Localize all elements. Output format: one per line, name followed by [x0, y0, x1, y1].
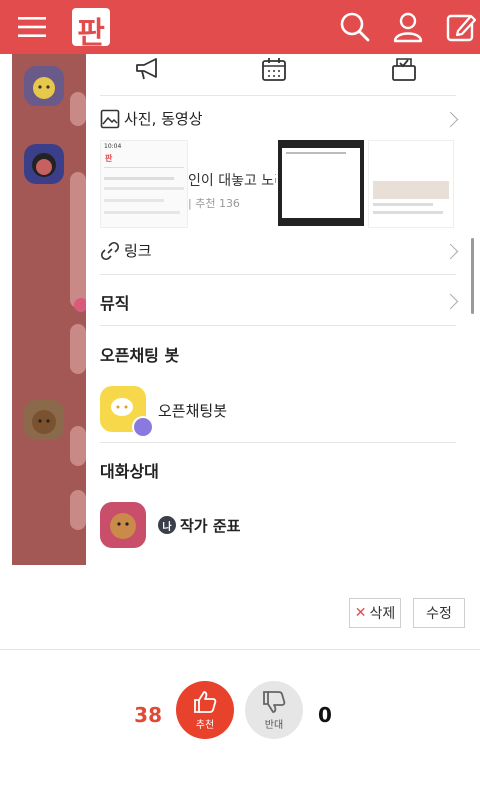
profile-icon[interactable]	[391, 10, 425, 44]
partner-name: 작가 준표	[180, 517, 241, 535]
chevron-right-icon	[442, 243, 459, 260]
logo-text: 판	[77, 16, 105, 51]
close-icon: ✕	[354, 605, 367, 621]
media-thumbnail[interactable]: 10:04 판	[100, 140, 188, 228]
thumbs-up-icon	[194, 691, 217, 713]
partner-title: 대화상대	[100, 462, 159, 481]
media-thumbnail[interactable]: 인이 대놓고 노리 | 추천 136	[188, 140, 276, 226]
media-label: 사진, 동영상	[124, 110, 203, 128]
partner-item[interactable]: 나 작가 준표	[100, 502, 456, 552]
divider	[100, 442, 456, 443]
upvote-label: 추천	[195, 720, 215, 731]
link-icon	[100, 241, 120, 261]
upvote-count: 38	[134, 703, 162, 727]
character-icon	[110, 513, 136, 539]
thumb-text: | 추천 136	[188, 197, 240, 210]
link-label: 링크	[124, 242, 152, 260]
image-icon	[100, 109, 120, 129]
app-logo[interactable]: 판	[70, 6, 112, 51]
divider	[0, 649, 480, 650]
search-icon[interactable]	[338, 10, 372, 44]
music-row[interactable]: 뮤직	[100, 290, 459, 313]
chevron-right-icon	[442, 111, 459, 128]
chat-bubble	[70, 490, 86, 530]
me-badge: 나	[158, 516, 176, 534]
thumb-text: 인이 대놓고 노리	[188, 173, 276, 189]
divider	[100, 325, 456, 326]
thumbs-down-icon	[263, 691, 286, 713]
divider	[100, 274, 456, 275]
robot-icon	[132, 416, 154, 438]
bot-name: 오픈채팅봇	[158, 402, 228, 420]
chat-bubble	[70, 172, 86, 308]
chat-bubble	[70, 324, 86, 374]
chat-avatar	[24, 144, 64, 184]
vote-box-icon[interactable]	[390, 54, 418, 82]
downvote-count: 0	[318, 703, 332, 727]
mini-logo: 판	[105, 154, 113, 163]
chatroom-drawer: 사진, 동영상 10:04 판 인이 대놓고 노리 | 추천 136	[86, 54, 476, 565]
edit-button[interactable]: 수정	[413, 598, 465, 628]
downvote-label: 반대	[264, 720, 284, 731]
chat-bubble	[70, 426, 86, 466]
menu-icon[interactable]	[15, 10, 49, 44]
chat-avatar	[24, 66, 64, 106]
mini-time: 10:04	[104, 143, 122, 150]
media-thumbnail[interactable]	[368, 140, 454, 228]
link-row[interactable]: 링크	[100, 240, 459, 262]
music-label: 뮤직	[100, 294, 130, 313]
edit-label: 수정	[426, 606, 452, 622]
media-row[interactable]: 사진, 동영상	[100, 108, 459, 130]
chevron-right-icon	[442, 293, 459, 310]
scrollbar[interactable]	[471, 238, 474, 314]
divider	[100, 95, 456, 96]
chat-avatar	[24, 400, 64, 440]
megaphone-icon[interactable]	[134, 56, 162, 82]
delete-label: 삭제	[369, 606, 396, 622]
chat-bubble	[70, 92, 86, 126]
openchat-bot-title: 오픈채팅 봇	[100, 346, 180, 365]
calendar-icon[interactable]	[260, 56, 288, 82]
write-icon[interactable]	[444, 10, 478, 44]
delete-button[interactable]: ✕ 삭제	[349, 598, 401, 628]
openchat-bot-item[interactable]: 오픈채팅봇	[100, 386, 456, 438]
downvote-button[interactable]: 반대	[245, 681, 303, 739]
post-image: 사진, 동영상 10:04 판 인이 대놓고 노리 | 추천 136	[12, 54, 476, 565]
partner-avatar	[100, 502, 146, 548]
upvote-button[interactable]: 추천	[176, 681, 234, 739]
media-thumbnail[interactable]	[278, 140, 364, 226]
